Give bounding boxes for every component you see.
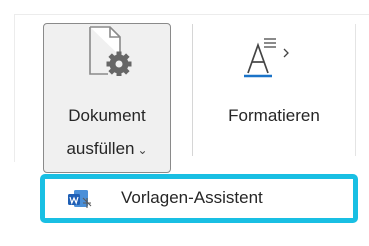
fill-document-label-line2: ausfüllen ⌄ bbox=[44, 139, 170, 160]
ribbon-border bbox=[14, 14, 15, 162]
ribbon-separator bbox=[355, 24, 356, 156]
format-text-icon[interactable] bbox=[244, 35, 296, 79]
template-wizard-label: Vorlagen-Assistent bbox=[121, 188, 263, 207]
ribbon-border bbox=[14, 14, 369, 15]
ribbon-group: Dokument ausfüllen ⌄ Formatieren bbox=[0, 0, 369, 173]
fill-document-label-text: ausfüllen bbox=[66, 139, 135, 158]
ribbon-separator bbox=[192, 24, 193, 156]
fill-document-label-line1: Dokument bbox=[68, 106, 146, 125]
chevron-down-icon: ⌄ bbox=[137, 143, 148, 157]
document-gear-icon bbox=[89, 26, 132, 76]
word-template-wizard-icon bbox=[68, 190, 92, 208]
format-label: Formatieren bbox=[228, 106, 320, 125]
